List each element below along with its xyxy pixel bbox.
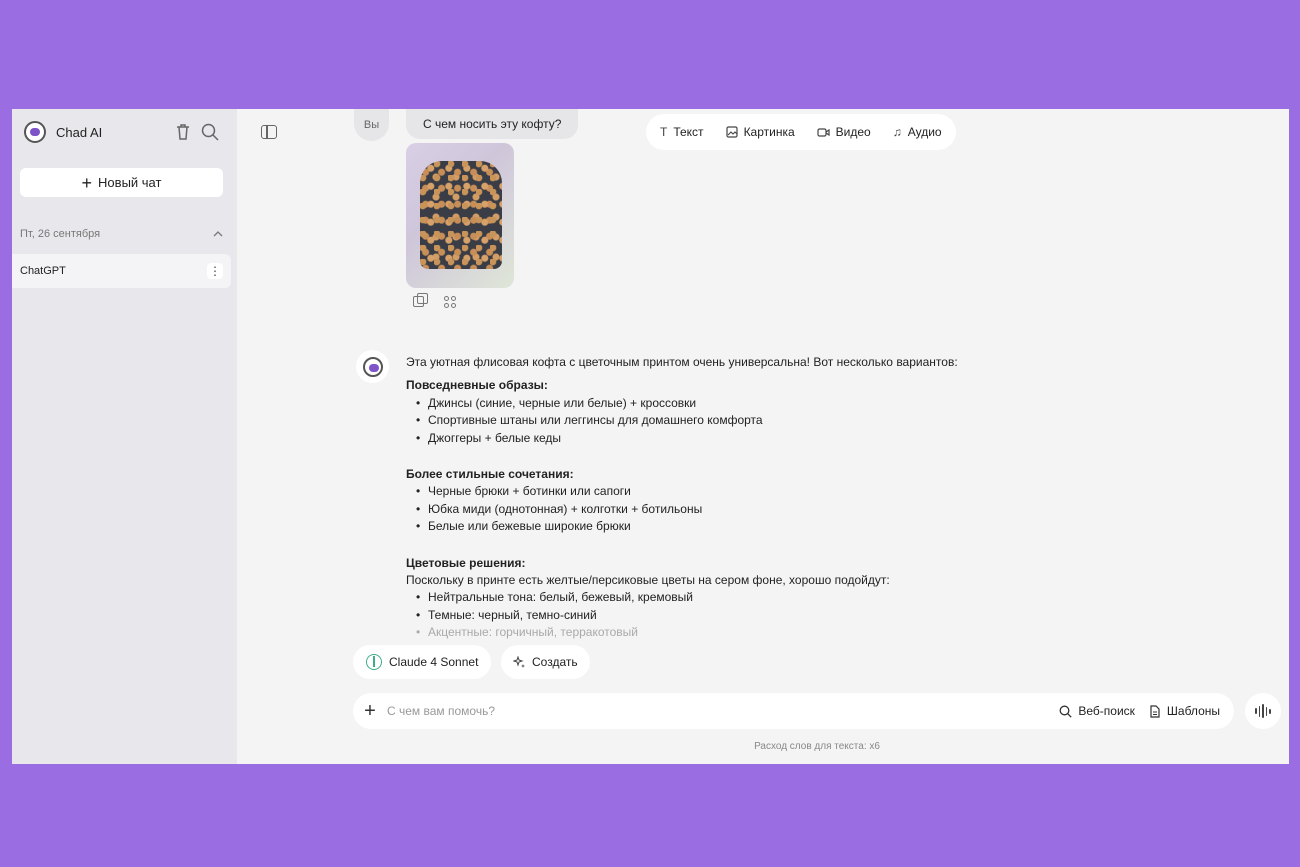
model-selector-button[interactable]: Claude 4 Sonnet [353,645,492,679]
web-search-button[interactable]: Веб-поиск [1059,704,1135,718]
tab-audio-label: Аудио [907,125,942,139]
user-avatar: Вы [354,109,389,141]
list-item: Акцентные: горчичный, терракотовый [416,624,1026,642]
list-item: Спортивные штаны или леггинсы для домашн… [416,412,1026,430]
answer-list: Черные брюки + ботинки или сапоги Юбка м… [406,483,1026,536]
list-item: Темные: черный, темно-синий [416,607,1026,625]
list-item: Белые или бежевые широкие брюки [416,518,1026,536]
tab-text[interactable]: T Текст [660,125,704,139]
chevron-up-icon[interactable] [213,229,223,239]
templates-button[interactable]: Шаблоны [1149,704,1220,718]
tab-video-label: Видео [835,125,871,139]
model-label: Claude 4 Sonnet [389,655,479,669]
create-label: Создать [532,655,578,669]
web-search-label: Веб-поиск [1078,704,1135,718]
search-icon [1059,705,1073,718]
chat-input[interactable] [387,704,1060,718]
assistant-avatar [356,350,389,383]
answer-intro: Эта уютная флисовая кофта с цветочным пр… [406,355,958,369]
user-message: С чем носить эту кофту? [406,109,579,139]
apps-icon-button[interactable] [444,296,457,309]
more-options-icon[interactable]: ⋮ [207,263,223,279]
list-item: Нейтральные тона: белый, бежевый, кремов… [416,589,1026,607]
tab-audio[interactable]: ♫ Аудио [893,125,942,139]
message-actions [413,293,457,309]
templates-label: Шаблоны [1166,704,1220,718]
app-window: Chad AI + Новый чат Пт, 26 сентября Chat… [12,109,1289,764]
trash-icon[interactable] [173,122,193,142]
brand[interactable]: Chad AI [24,121,102,143]
date-group-header[interactable]: Пт, 26 сентября [20,228,223,240]
composer: + Веб-поиск Шаблоны [353,693,1234,729]
attached-photo[interactable] [406,143,514,288]
chad-logo-icon [24,121,46,143]
video-icon [817,128,830,137]
answer-heading: Цветовые решения: [406,555,526,570]
answer-list: Джинсы (синие, черные или белые) + кросс… [406,395,1026,448]
list-item: Джинсы (синие, черные или белые) + кросс… [416,395,1026,413]
list-item: Черные брюки + ботинки или сапоги [416,483,1026,501]
attach-plus-icon[interactable]: + [353,700,387,723]
mode-tabs: T Текст Картинка Видео ♫ Аудио [646,114,956,150]
new-chat-label: Новый чат [98,175,162,190]
tab-image-label: Картинка [743,125,795,139]
copy-icon-button[interactable] [413,293,428,309]
text-icon: T [660,125,668,139]
answer-heading: Более стильные сочетания: [406,467,574,482]
sidebar-toggle-icon[interactable] [261,125,277,139]
tab-text-label: Текст [673,125,704,139]
assistant-answer: Эта уютная флисовая кофта с цветочным пр… [406,354,1026,642]
music-note-icon: ♫ [892,125,902,139]
answer-heading: Повседневные образы: [406,378,548,393]
date-group-label: Пт, 26 сентября [20,228,101,240]
tab-video[interactable]: Видео [817,125,871,139]
plus-icon: + [81,172,93,193]
tab-image[interactable]: Картинка [725,125,795,139]
chat-item-title: ChatGPT [20,265,66,277]
document-icon [1150,704,1160,718]
image-icon [725,126,738,138]
voice-input-button[interactable] [1245,693,1281,729]
claude-model-icon [366,654,382,670]
search-icon[interactable] [200,122,220,142]
answer-paragraph: Поскольку в принте есть желтые/персиковы… [406,573,890,588]
jacket-image [420,161,502,269]
sidebar: Chad AI + Новый чат Пт, 26 сентября Chat… [12,109,237,764]
copy-icon [413,293,428,307]
chad-logo-icon [362,356,383,377]
list-item: Юбка миди (однотонная) + колготки + боти… [416,501,1026,519]
list-item: Джоггеры + белые кеды [416,430,1026,448]
app-name: Chad AI [56,124,103,140]
sparkle-icon [513,656,525,668]
create-button[interactable]: Создать [501,645,590,679]
answer-list: Нейтральные тона: белый, бежевый, кремов… [406,589,1026,642]
new-chat-button[interactable]: + Новый чат [20,168,223,197]
usage-footnote: Расход слов для текста: x6 [754,741,880,752]
sidebar-chat-item[interactable]: ChatGPT ⋮ [12,254,231,288]
grid-icon [444,296,456,308]
